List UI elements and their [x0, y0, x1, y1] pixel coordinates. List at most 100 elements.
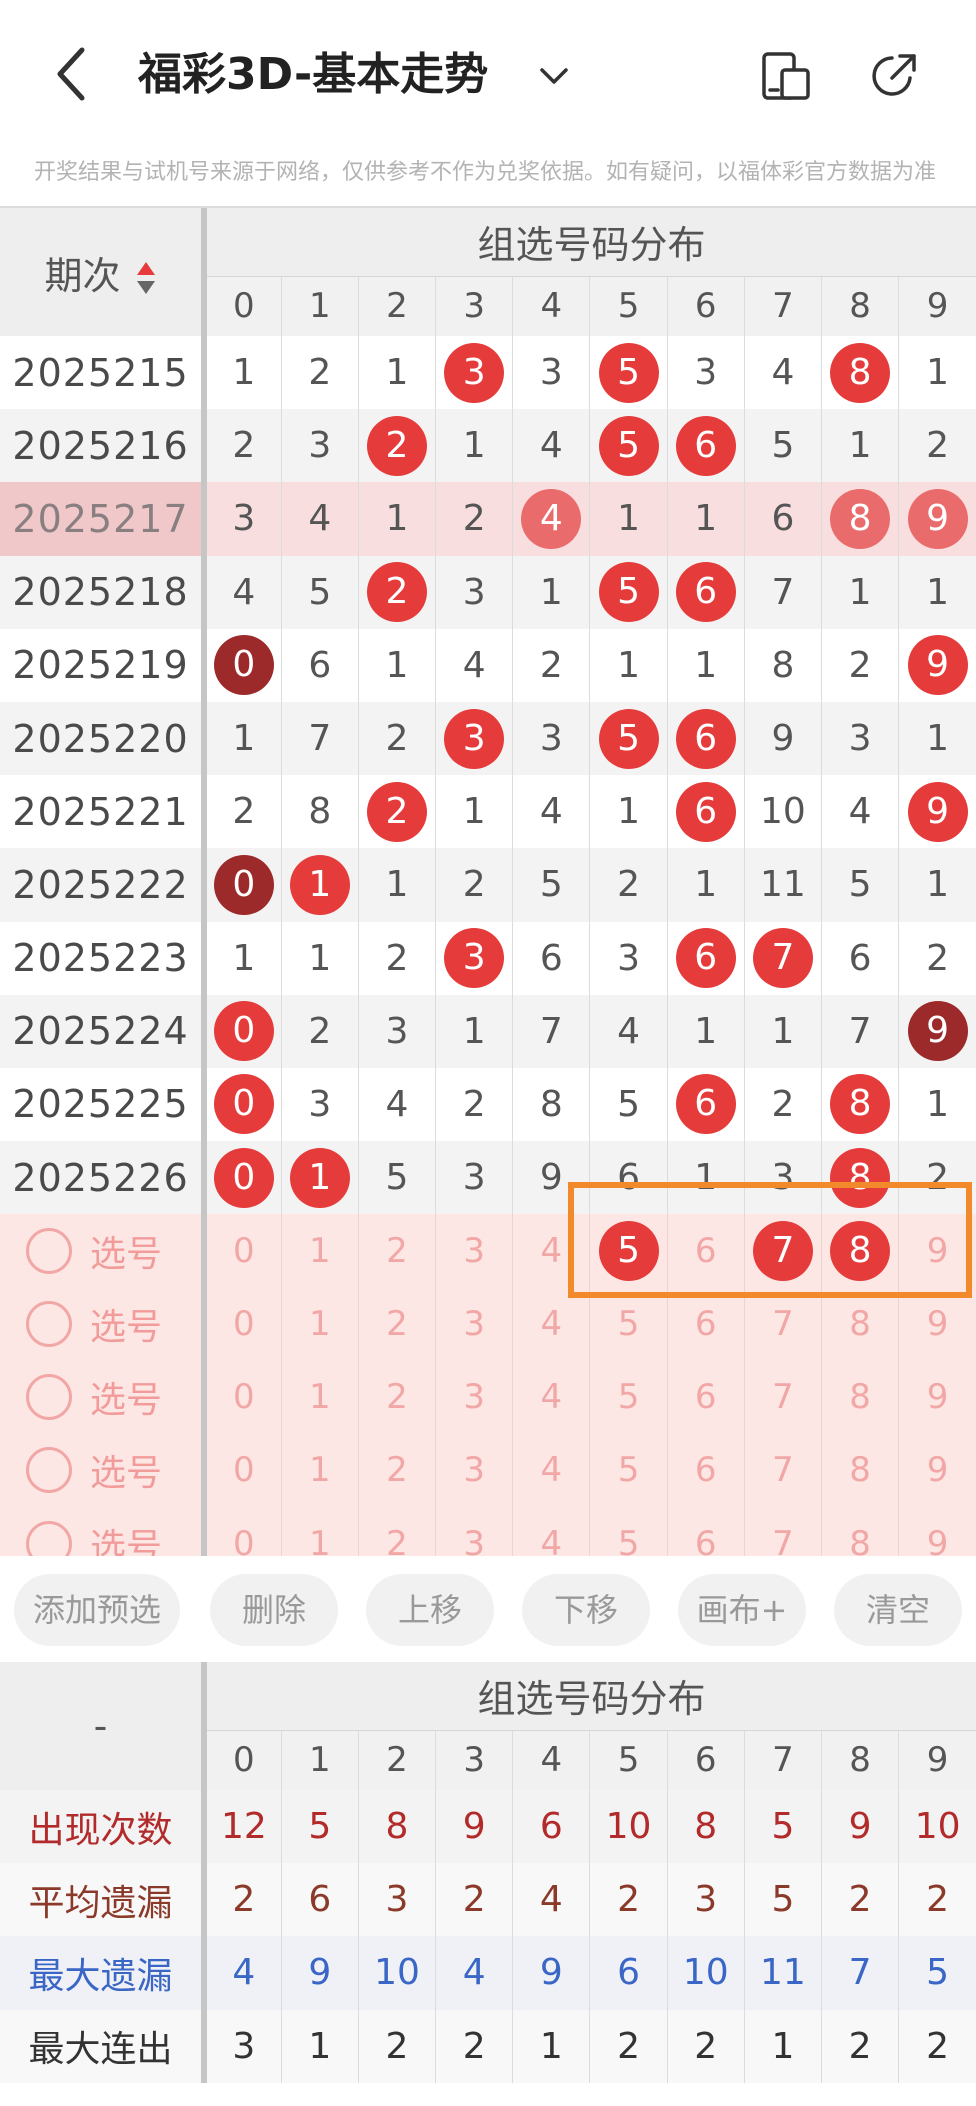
pick-digit-cell[interactable]: 9	[898, 1433, 976, 1507]
pick-row-toggle[interactable]: 选号	[0, 1214, 208, 1288]
issue-number: 2025222	[0, 848, 208, 922]
pick-digit-cell[interactable]: 3	[435, 1433, 513, 1507]
digit-cell: 6	[666, 1067, 745, 1142]
pick-digit-cell[interactable]: 7	[743, 1287, 822, 1361]
digit-cell: 2	[589, 848, 668, 922]
pick-digit-cell[interactable]: 0	[203, 1360, 282, 1434]
pick-digit-cell[interactable]: 1	[280, 1433, 359, 1507]
digit-cell: 1	[280, 921, 359, 995]
stats-value: 10	[898, 1790, 976, 1864]
pick-digit-cell[interactable]: 4	[512, 1287, 590, 1361]
pick-digit-cell[interactable]: 1	[280, 1287, 359, 1361]
drawn-number-ball: 9	[907, 781, 968, 842]
pick-digit-cell[interactable]: 1	[280, 1214, 359, 1288]
drawn-number-ball: 9	[907, 635, 968, 696]
move-down-button[interactable]: 下移	[522, 1574, 650, 1646]
table-row[interactable]: 2025219 0 6 1 4 2 1 1 8 2 9	[0, 628, 976, 702]
pick-row-toggle[interactable]: 选号	[0, 1287, 208, 1361]
add-preselect-button[interactable]: 添加预选	[14, 1574, 180, 1646]
pick-digit-cell[interactable]: 6	[666, 1433, 745, 1507]
layout-toggle-icon[interactable]	[758, 48, 814, 104]
pick-digit-cell[interactable]: 2	[357, 1360, 436, 1434]
table-row[interactable]: 2025224 0 2 3 1 7 4 1 1 7 9	[0, 994, 976, 1068]
pick-row-toggle[interactable]: 选号	[0, 1433, 208, 1507]
pick-digit-cell[interactable]: 8	[821, 1433, 899, 1507]
pick-row-toggle[interactable]: 选号	[0, 1360, 208, 1434]
drawn-number-ball: 5	[598, 415, 659, 476]
digit-cell: 2	[435, 1067, 513, 1142]
pick-digit-cell[interactable]: 4	[512, 1433, 590, 1507]
table-row[interactable]: 2025223 1 1 2 3 6 3 6 7 6 2	[0, 921, 976, 995]
pick-digit-cell[interactable]: 9	[898, 1287, 976, 1361]
issue-sort-header[interactable]: 期次	[0, 208, 208, 336]
pick-digit-cell[interactable]: 8	[821, 1360, 899, 1434]
move-up-button[interactable]: 上移	[366, 1574, 494, 1646]
pick-digit-cell[interactable]: 1	[280, 1360, 359, 1434]
digit-cell: 2	[435, 482, 513, 556]
digit-cell: 5	[589, 1067, 668, 1142]
digit-cell: 8	[821, 1067, 899, 1142]
table-row[interactable]: 2025218 4 5 2 3 1 5 6 7 1 1	[0, 555, 976, 629]
pick-digit-cell[interactable]: 5	[589, 1360, 668, 1434]
pick-digit-cell[interactable]: 6	[666, 1287, 745, 1361]
stats-label: 出现次数	[0, 1790, 208, 1864]
page-title[interactable]: 福彩3D-基本走势	[138, 40, 488, 110]
digit-header: 1	[280, 1729, 359, 1790]
table-row[interactable]: 2025217 3 4 1 2 4 1 1 6 8 9	[0, 482, 976, 556]
digit-cell: 1	[203, 701, 282, 776]
digit-cell: 2	[743, 1067, 822, 1142]
back-arrow-icon[interactable]	[50, 44, 98, 104]
table-row[interactable]: 2025225 0 3 4 2 8 5 6 2 8 1	[0, 1067, 976, 1142]
pick-digit-cell[interactable]: 6	[666, 1360, 745, 1434]
stats-value: 8	[666, 1790, 745, 1864]
table-row[interactable]: 2025220 1 7 2 3 3 5 6 9 3 1	[0, 701, 976, 776]
table-row[interactable]: 2025216 2 3 2 1 4 5 6 5 1 2	[0, 409, 976, 483]
pick-digit-cell[interactable]: 3	[435, 1214, 513, 1288]
digit-header: 4	[512, 1729, 590, 1790]
table-row[interactable]: 2025222 0 1 1 2 5 2 1 11 5 1	[0, 848, 976, 922]
digit-cell: 5	[743, 409, 822, 483]
stats-value: 5	[743, 1863, 822, 1937]
canvas-plus-button[interactable]: 画布+	[678, 1574, 806, 1646]
pick-digit-cell[interactable]: 0	[203, 1433, 282, 1507]
radio-circle-icon[interactable]	[26, 1374, 72, 1421]
issue-number: 2025217	[0, 482, 208, 556]
pick-digit-cell[interactable]: 9	[898, 1360, 976, 1434]
clear-button[interactable]: 清空	[834, 1574, 962, 1646]
pick-digit-cell[interactable]: 3	[435, 1287, 513, 1361]
pick-row: 选号 0 1 2 3 4 5 6 7 8 9	[0, 1287, 976, 1361]
pick-digit-cell[interactable]: 4	[512, 1360, 590, 1434]
pick-digit-cell[interactable]: 7	[743, 1433, 822, 1507]
digit-cell: 3	[435, 921, 513, 995]
pick-digit-cell[interactable]: 2	[357, 1433, 436, 1507]
pick-digit-cell[interactable]: 2	[357, 1214, 436, 1288]
stats-value: 1	[280, 2009, 359, 2083]
stats-value: 2	[435, 1863, 513, 1937]
pick-digit-cell[interactable]: 0	[203, 1214, 282, 1288]
digit-cell: 1	[435, 994, 513, 1068]
digit-cell: 2	[280, 994, 359, 1068]
pick-digit-cell[interactable]: 0	[203, 1287, 282, 1361]
pick-digit-cell[interactable]: 5	[589, 1433, 668, 1507]
share-icon[interactable]	[866, 48, 922, 104]
table-row[interactable]: 2025215 1 2 1 3 3 5 3 4 8 1	[0, 336, 976, 410]
digit-header: 9	[898, 1729, 976, 1790]
drawn-number-ball: 3	[444, 708, 505, 769]
table-row[interactable]: 2025221 2 8 2 1 4 1 6 10 4 9	[0, 775, 976, 849]
delete-button[interactable]: 删除	[210, 1574, 338, 1646]
pick-digit-cell[interactable]: 5	[589, 1287, 668, 1361]
chevron-down-icon[interactable]	[536, 58, 572, 94]
drawn-number-ball: 0	[213, 854, 274, 915]
radio-circle-icon[interactable]	[26, 1301, 72, 1348]
pick-digit-cell[interactable]: 2	[357, 1287, 436, 1361]
digit-cell: 1	[280, 1141, 359, 1215]
stats-value: 2	[821, 2009, 899, 2083]
digit-cell: 4	[512, 409, 590, 483]
radio-circle-icon[interactable]	[26, 1447, 72, 1494]
radio-circle-icon[interactable]	[26, 1227, 72, 1274]
pick-digit-cell[interactable]: 7	[743, 1360, 822, 1434]
pick-digit-cell[interactable]: 8	[821, 1287, 899, 1361]
digit-cell: 1	[203, 921, 282, 995]
pick-digit-cell[interactable]: 3	[435, 1360, 513, 1434]
digit-cell: 2	[280, 336, 359, 410]
